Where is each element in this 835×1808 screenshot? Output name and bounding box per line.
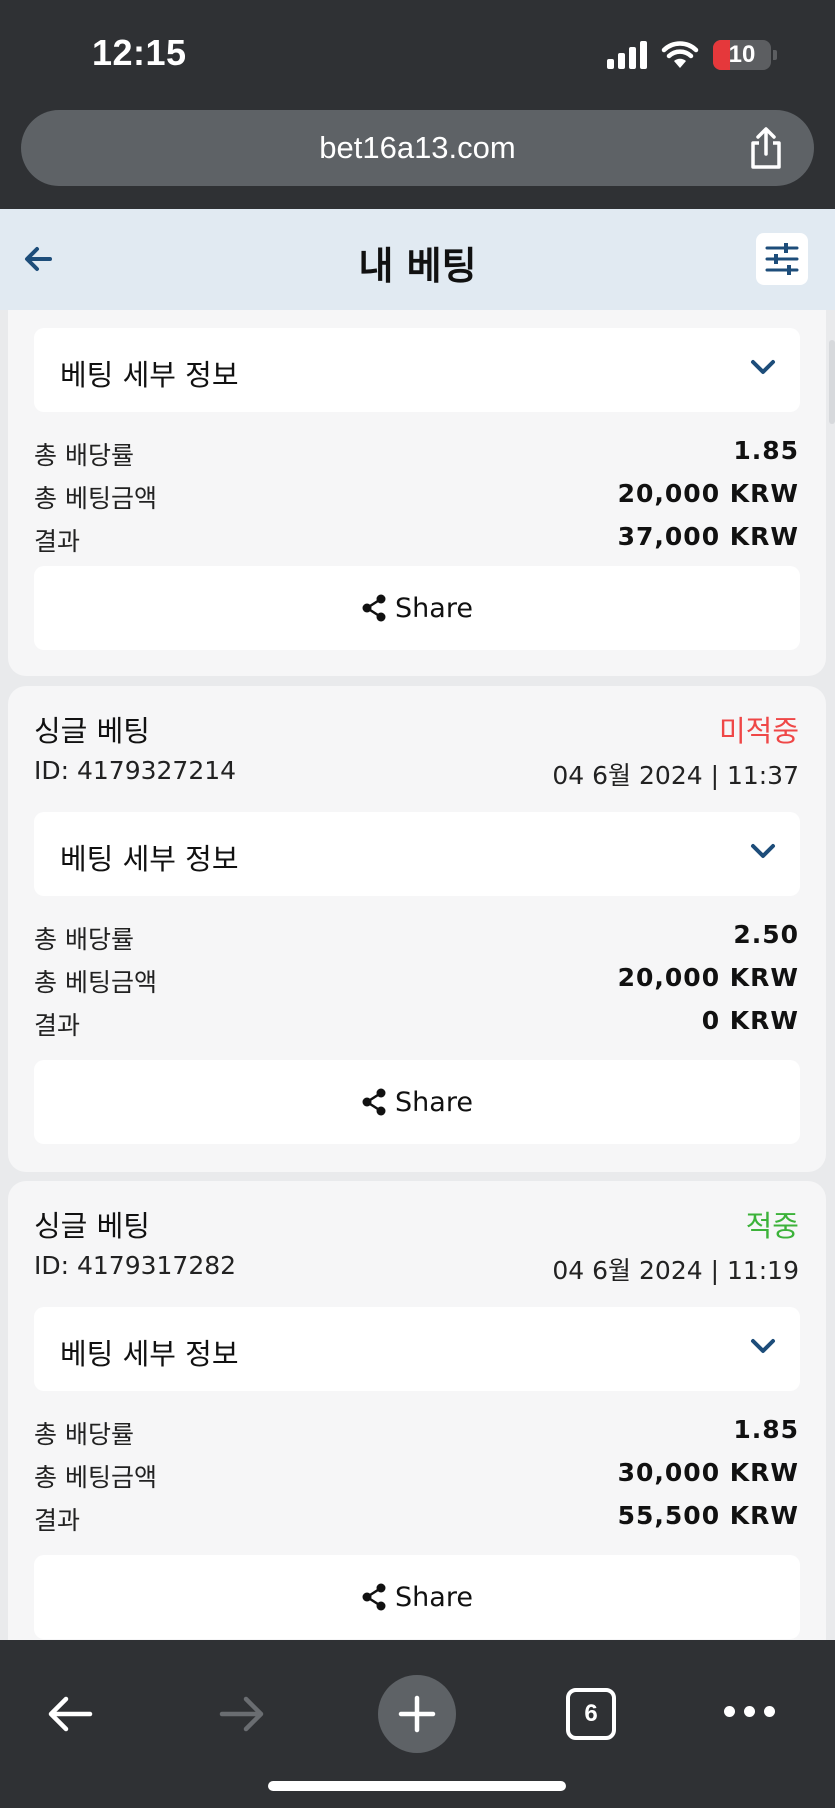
scrollbar[interactable] [829, 340, 835, 424]
details-label: 베팅 세부 정보 [60, 1337, 239, 1371]
chevron-down-icon [751, 360, 775, 374]
share-button[interactable]: Share [34, 1060, 800, 1144]
bet-date: 04 6월 2024 | 11:37 [552, 761, 799, 790]
plus-icon [398, 1695, 436, 1733]
share-label: Share [395, 1581, 473, 1613]
bet-card: 싱글 베팅 적중 ID: 4179317282 04 6월 2024 | 11:… [8, 1181, 826, 1640]
status-badge: 미적중 [718, 714, 799, 748]
more-icon[interactable] [724, 1706, 775, 1717]
result-value: 37,000 KRW [617, 522, 799, 551]
new-tab-button[interactable] [378, 1675, 456, 1753]
details-label: 베팅 세부 정보 [60, 358, 239, 392]
status-icons: 10 [607, 38, 777, 72]
bet-details-toggle[interactable]: 베팅 세부 정보 [34, 1307, 800, 1391]
odds-label: 총 배당률 [34, 925, 134, 954]
odds-value: 2.50 [733, 920, 799, 949]
bet-type: 싱글 베팅 [34, 1209, 150, 1243]
result-label: 결과 [34, 1011, 81, 1040]
stake-label: 총 베팅금액 [34, 1463, 157, 1492]
stake-label: 총 베팅금액 [34, 484, 157, 513]
share-nodes-icon [362, 1088, 386, 1116]
result-value: 55,500 KRW [617, 1501, 799, 1530]
stake-value: 20,000 KRW [617, 479, 799, 508]
signal-icon [607, 41, 647, 69]
bet-id: ID: 4179317282 [34, 1251, 237, 1280]
sliders-icon [765, 243, 799, 275]
odds-label: 총 배당률 [34, 441, 134, 470]
page-header: 내 베팅 [0, 209, 835, 310]
bets-list[interactable]: 베팅 세부 정보 총 배당률 1.85 총 베팅금액 20,000 KRW 결과… [0, 310, 835, 1640]
bet-card: 싱글 베팅 미적중 ID: 4179327214 04 6월 2024 | 11… [8, 686, 826, 1172]
battery-level: 10 [728, 41, 756, 68]
stake-value: 20,000 KRW [617, 963, 799, 992]
result-value: 0 KRW [701, 1006, 799, 1035]
bet-card: 베팅 세부 정보 총 배당률 1.85 총 베팅금액 20,000 KRW 결과… [8, 310, 826, 676]
page-title: 내 베팅 [358, 244, 477, 288]
browser-toolbar: 6 [0, 1640, 835, 1808]
odds-value: 1.85 [733, 436, 799, 465]
result-label: 결과 [34, 527, 81, 556]
share-button[interactable]: Share [34, 566, 800, 650]
details-label: 베팅 세부 정보 [60, 842, 239, 876]
url-text: bet16a13.com [319, 130, 516, 165]
share-label: Share [395, 592, 473, 624]
battery-icon: 10 [713, 40, 777, 70]
bet-type: 싱글 베팅 [34, 714, 150, 748]
status-bar: 12:15 10 [0, 0, 835, 105]
tabs-button[interactable]: 6 [566, 1688, 616, 1740]
stake-value: 30,000 KRW [617, 1458, 799, 1487]
bet-id: ID: 4179327214 [34, 756, 237, 785]
stake-label: 총 베팅금액 [34, 968, 157, 997]
share-icon[interactable] [746, 126, 786, 170]
url-bar[interactable]: bet16a13.com [21, 110, 814, 186]
status-badge: 적중 [745, 1209, 799, 1243]
bet-date: 04 6월 2024 | 11:19 [552, 1256, 799, 1285]
forward-icon[interactable] [216, 1690, 268, 1738]
wifi-icon [661, 41, 699, 68]
back-icon[interactable] [44, 1690, 96, 1738]
share-nodes-icon [362, 1583, 386, 1611]
chevron-down-icon [751, 1339, 775, 1353]
result-label: 결과 [34, 1506, 81, 1535]
share-button[interactable]: Share [34, 1555, 800, 1639]
chevron-down-icon [751, 844, 775, 858]
odds-value: 1.85 [733, 1415, 799, 1444]
share-nodes-icon [362, 594, 386, 622]
status-time: 12:15 [92, 32, 187, 73]
share-label: Share [395, 1086, 473, 1118]
home-indicator[interactable] [268, 1781, 566, 1791]
filter-button[interactable] [756, 233, 808, 285]
bet-details-toggle[interactable]: 베팅 세부 정보 [34, 812, 800, 896]
bet-details-toggle[interactable]: 베팅 세부 정보 [34, 328, 800, 412]
odds-label: 총 배당률 [34, 1420, 134, 1449]
